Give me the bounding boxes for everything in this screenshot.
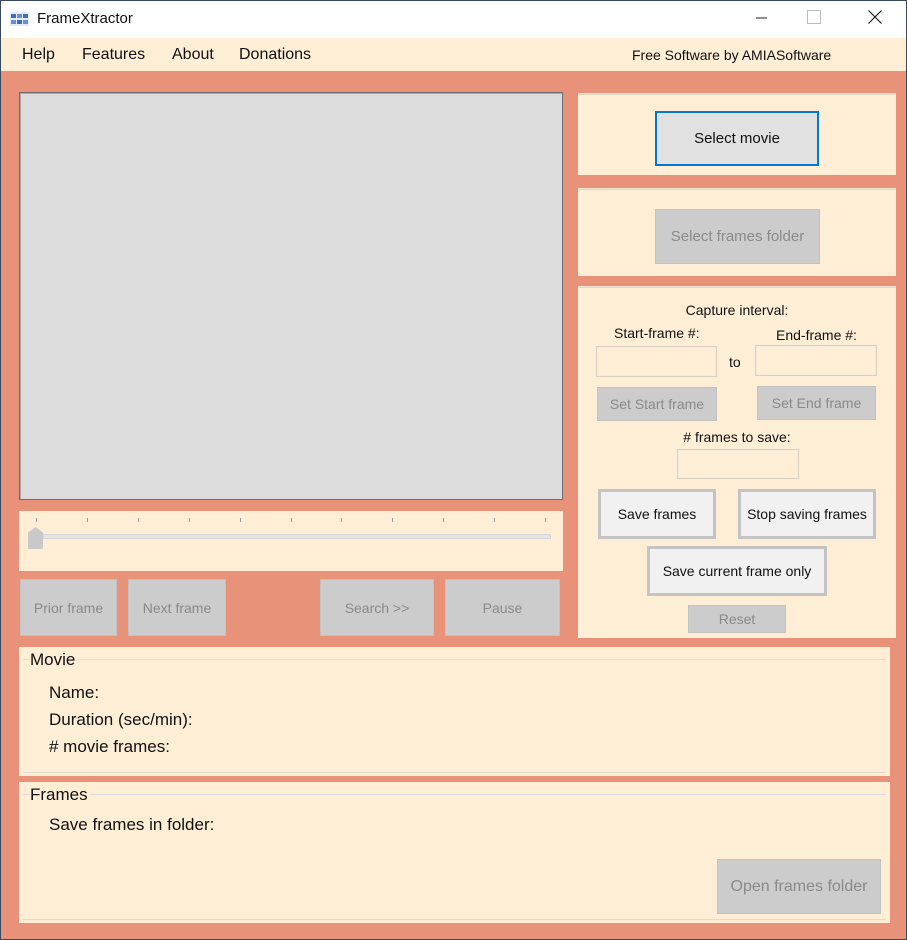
- prior-frame-button[interactable]: Prior frame: [20, 579, 117, 636]
- group-border-bottom: [23, 919, 886, 920]
- movie-name-label: Name:: [49, 683, 100, 702]
- group-border: [23, 794, 886, 795]
- movie-info-group: Movie Name: Duration (sec/min): # movie …: [19, 647, 890, 776]
- movie-duration-label: Duration (sec/min):: [49, 710, 193, 729]
- slider-tick: [443, 518, 445, 522]
- film-frames-icon: [10, 12, 29, 26]
- slider-tick: [239, 518, 241, 522]
- slider-tick: [341, 518, 343, 522]
- movie-group-title: Movie: [30, 650, 79, 670]
- slider-tick: [494, 518, 496, 522]
- video-preview: [19, 92, 563, 500]
- slider-tick: [137, 518, 139, 522]
- group-border-bottom: [23, 772, 886, 773]
- menu-bar: Help Features About Donations Free Softw…: [1, 38, 906, 71]
- group-border: [23, 659, 886, 660]
- frames-group-title: Frames: [30, 785, 91, 805]
- slider-tick: [290, 518, 292, 522]
- next-frame-button[interactable]: Next frame: [128, 579, 226, 636]
- close-button[interactable]: [852, 1, 898, 38]
- start-frame-input[interactable]: [596, 346, 717, 377]
- select-movie-panel: Select movie: [578, 93, 896, 175]
- slider-tick: [36, 518, 37, 522]
- select-movie-button[interactable]: Select movie: [655, 111, 819, 166]
- capture-interval-heading: Capture interval:: [685, 302, 789, 318]
- save-frames-button[interactable]: Save frames: [598, 489, 716, 539]
- slider-tick: [545, 518, 546, 522]
- set-end-frame-button[interactable]: Set End frame: [757, 386, 876, 420]
- save-current-frame-button[interactable]: Save current frame only: [647, 546, 827, 596]
- title-bar: FrameXtractor: [1, 1, 906, 38]
- close-icon: [868, 10, 882, 29]
- movie-frames-label: # movie frames:: [49, 737, 170, 756]
- slider-tick: [86, 518, 88, 522]
- save-folder-label: Save frames in folder:: [49, 815, 215, 834]
- credit-text: Free Software by AMIASoftware: [632, 47, 832, 63]
- window-title: FrameXtractor: [37, 10, 133, 27]
- open-frames-folder-button[interactable]: Open frames folder: [717, 859, 881, 914]
- slider-thumb[interactable]: [28, 527, 43, 549]
- reset-button[interactable]: Reset: [688, 605, 786, 633]
- search-button[interactable]: Search >>: [320, 579, 434, 636]
- menu-donations[interactable]: Donations: [239, 46, 311, 64]
- end-frame-input[interactable]: [755, 345, 877, 376]
- frame-slider-panel: [19, 511, 563, 571]
- frames-info-group: Frames Save frames in folder: Open frame…: [19, 782, 890, 923]
- app-window: FrameXtractor Help Features About Donati…: [0, 0, 907, 940]
- select-frames-folder-button[interactable]: Select frames folder: [655, 209, 820, 264]
- menu-features[interactable]: Features: [82, 46, 145, 64]
- menu-about[interactable]: About: [172, 46, 214, 64]
- slider-track[interactable]: [43, 534, 551, 539]
- start-frame-label: Start-frame #:: [614, 325, 700, 341]
- capture-panel: Capture interval: Start-frame #: End-fra…: [578, 286, 896, 638]
- minimize-button[interactable]: [739, 1, 785, 38]
- frames-to-save-label: # frames to save:: [683, 429, 791, 445]
- minimize-icon: [756, 11, 768, 29]
- pause-button[interactable]: Pause: [445, 579, 560, 636]
- menu-help[interactable]: Help: [22, 46, 55, 64]
- end-frame-label: End-frame #:: [776, 327, 857, 343]
- maximize-button[interactable]: [791, 1, 837, 38]
- frames-to-save-input[interactable]: [677, 449, 799, 479]
- maximize-icon: [807, 10, 821, 29]
- slider-tick: [392, 518, 394, 522]
- to-label: to: [729, 354, 741, 370]
- slider-tick: [188, 518, 190, 522]
- select-folder-panel: Select frames folder: [578, 188, 896, 276]
- stop-saving-frames-button[interactable]: Stop saving frames: [738, 489, 876, 539]
- set-start-frame-button[interactable]: Set Start frame: [597, 387, 717, 421]
